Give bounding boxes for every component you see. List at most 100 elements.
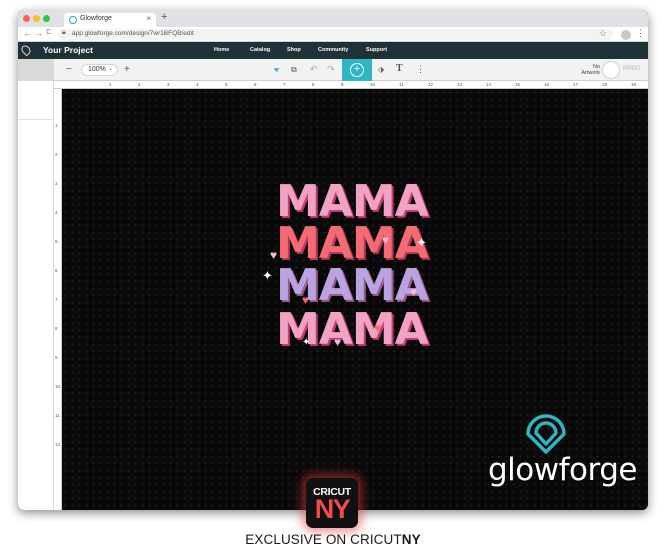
url-text: app.glowforge.com/design/7wr1BFQB/edit: [72, 30, 194, 37]
zoom-in-button[interactable]: +: [124, 64, 130, 75]
plus-circle-icon: +: [350, 63, 364, 77]
nav-home[interactable]: Home: [214, 47, 229, 53]
ruler-tick-label: 3: [55, 181, 58, 186]
url-field[interactable]: 🔒︎ app.glowforge.com/design/7wr1BFQB/edi…: [58, 28, 613, 40]
nav-community[interactable]: Community: [318, 47, 348, 53]
artwork-line-4: MAMA: [276, 304, 429, 355]
ruler-tick-label: 8: [312, 82, 315, 87]
new-tab-button[interactable]: +: [161, 11, 167, 23]
more-options-icon[interactable]: ⋮: [416, 64, 425, 75]
browser-tab[interactable]: Glowforge ×: [64, 13, 156, 27]
ruler-tick-label: 4: [55, 210, 58, 215]
ruler-tick-label: 1: [55, 123, 58, 128]
app-header: Your Project Home Catalog Shop Community…: [18, 42, 648, 59]
heart-icon: ♥: [410, 285, 418, 299]
heart-icon: ♥: [302, 293, 310, 307]
print-label[interactable]: PRINT: [623, 66, 641, 72]
nav-shop[interactable]: Shop: [287, 47, 301, 53]
glowforge-home-icon[interactable]: [19, 43, 33, 57]
sparkle-icon: ✦: [262, 268, 273, 283]
shapes-icon[interactable]: ⬗: [378, 65, 384, 74]
cricut-ny-badge: CRICUT NY: [306, 478, 358, 528]
ruler-tick-label: 16: [544, 82, 550, 87]
sparkle-icon: ✦: [302, 337, 311, 348]
ruler-tick-label: 14: [486, 82, 492, 87]
ruler-tick-label: 5: [225, 82, 228, 87]
chevron-down-icon: ⌄: [107, 66, 113, 72]
badge-line-2: NY: [314, 494, 351, 524]
lock-icon: 🔒︎: [62, 29, 66, 36]
ruler-tick-label: 9: [341, 82, 344, 87]
heart-icon: ♥: [382, 233, 390, 247]
profile-avatar[interactable]: [621, 30, 631, 40]
print-button[interactable]: [602, 61, 620, 79]
reload-button[interactable]: C: [46, 29, 51, 36]
ruler-tick-label: 7: [55, 297, 58, 302]
ruler-tick-label: 17: [573, 82, 579, 87]
nav-support[interactable]: Support: [366, 47, 387, 53]
ruler-tick-label: 11: [399, 82, 404, 87]
forward-button[interactable]: →: [34, 28, 43, 38]
zoom-select[interactable]: 100% ⌄: [81, 64, 118, 76]
left-panel: [18, 81, 54, 510]
screenshot-stage: Glowforge × + ← → C 🔒︎ app.glowforge.com…: [0, 0, 666, 552]
ruler-tick-label: 11: [55, 413, 60, 418]
sparkle-icon: ✦: [416, 235, 427, 250]
close-window-button[interactable]: [23, 15, 30, 22]
tab-title: Glowforge: [80, 15, 112, 22]
ruler-tick-label: 2: [138, 82, 141, 87]
ruler-tick-label: 9: [55, 355, 58, 360]
artwork-line-3: MAMA: [276, 260, 429, 311]
heart-icon: ♥: [334, 335, 342, 349]
tab-close-icon[interactable]: ×: [146, 14, 151, 23]
glowforge-favicon-icon: [69, 16, 77, 24]
text-tool-icon[interactable]: T: [396, 63, 403, 74]
caption-prefix: EXCLUSIVE ON CRICUT: [245, 532, 402, 547]
heart-icon: ♥: [374, 321, 382, 335]
glowforge-wordmark: glowforge: [488, 452, 637, 488]
vertical-ruler: 1 2 3 4 5 6 7 8 9 10 11 12: [54, 89, 62, 510]
toolbar-left-panel: [18, 59, 54, 81]
zoom-out-button[interactable]: −: [66, 64, 72, 75]
redo-icon[interactable]: ↷: [327, 64, 335, 75]
ruler-tick-label: 5: [55, 239, 58, 244]
ruler-tick-label: 1: [109, 82, 112, 87]
ruler-tick-label: 8: [55, 326, 58, 331]
maximize-window-button[interactable]: [43, 15, 50, 22]
back-button[interactable]: ←: [23, 28, 32, 38]
stack-icon[interactable]: ⧉: [291, 65, 297, 75]
zoom-value: 100%: [88, 66, 106, 73]
exclusive-caption: EXCLUSIVE ON CRICUTNY: [0, 532, 666, 547]
ruler-tick-label: 7: [283, 82, 286, 87]
add-artwork-button[interactable]: +: [342, 59, 372, 81]
ruler-tick-label: 10: [370, 82, 376, 87]
undo-icon[interactable]: ↶: [310, 64, 318, 75]
ruler-tick-label: 13: [457, 82, 463, 87]
select-pointer-icon[interactable]: ➤: [272, 64, 281, 75]
heart-icon: ♥: [270, 248, 278, 262]
status-line-2: Artwork: [581, 70, 600, 76]
ruler-tick-label: 4: [196, 82, 199, 87]
ruler-tick-label: 19: [631, 82, 637, 87]
ruler-tick-label: 12: [55, 442, 61, 447]
ruler-tick-label: 10: [55, 384, 61, 389]
mama-artwork[interactable]: MAMA MAMA MAMA MAMA ♥ ♥ ♥ ♥ ♥ ♥ ✦ ✦ ✦: [252, 176, 432, 376]
status-text: No Artwork: [570, 64, 600, 76]
bookmark-star-icon[interactable]: ☆: [599, 28, 607, 39]
nav-catalog[interactable]: Catalog: [250, 47, 270, 53]
horizontal-ruler: 1234567891011121314151617181920: [54, 81, 648, 89]
left-panel-divider: [18, 119, 54, 120]
ruler-tick-label: 15: [515, 82, 521, 87]
browser-tab-bar: Glowforge × +: [18, 10, 648, 27]
address-bar-row: ← → C 🔒︎ app.glowforge.com/design/7wr1BF…: [18, 27, 648, 42]
ruler-tick-label: 12: [428, 82, 434, 87]
ruler-tick-label: 6: [55, 268, 58, 273]
ruler-tick-label: 2: [55, 152, 58, 157]
ruler-tick-label: 3: [167, 82, 170, 87]
glowforge-logo-icon: [526, 414, 566, 454]
minimize-window-button[interactable]: [33, 15, 40, 22]
ruler-tick-label: 6: [254, 82, 257, 87]
project-title[interactable]: Your Project: [43, 45, 93, 55]
editor-toolbar: − 100% ⌄ + ➤ ⧉ ↶ ↷ + ⬗ T ⋮ No Artwork PR…: [18, 59, 648, 81]
browser-menu-icon[interactable]: ⋮: [636, 28, 645, 39]
